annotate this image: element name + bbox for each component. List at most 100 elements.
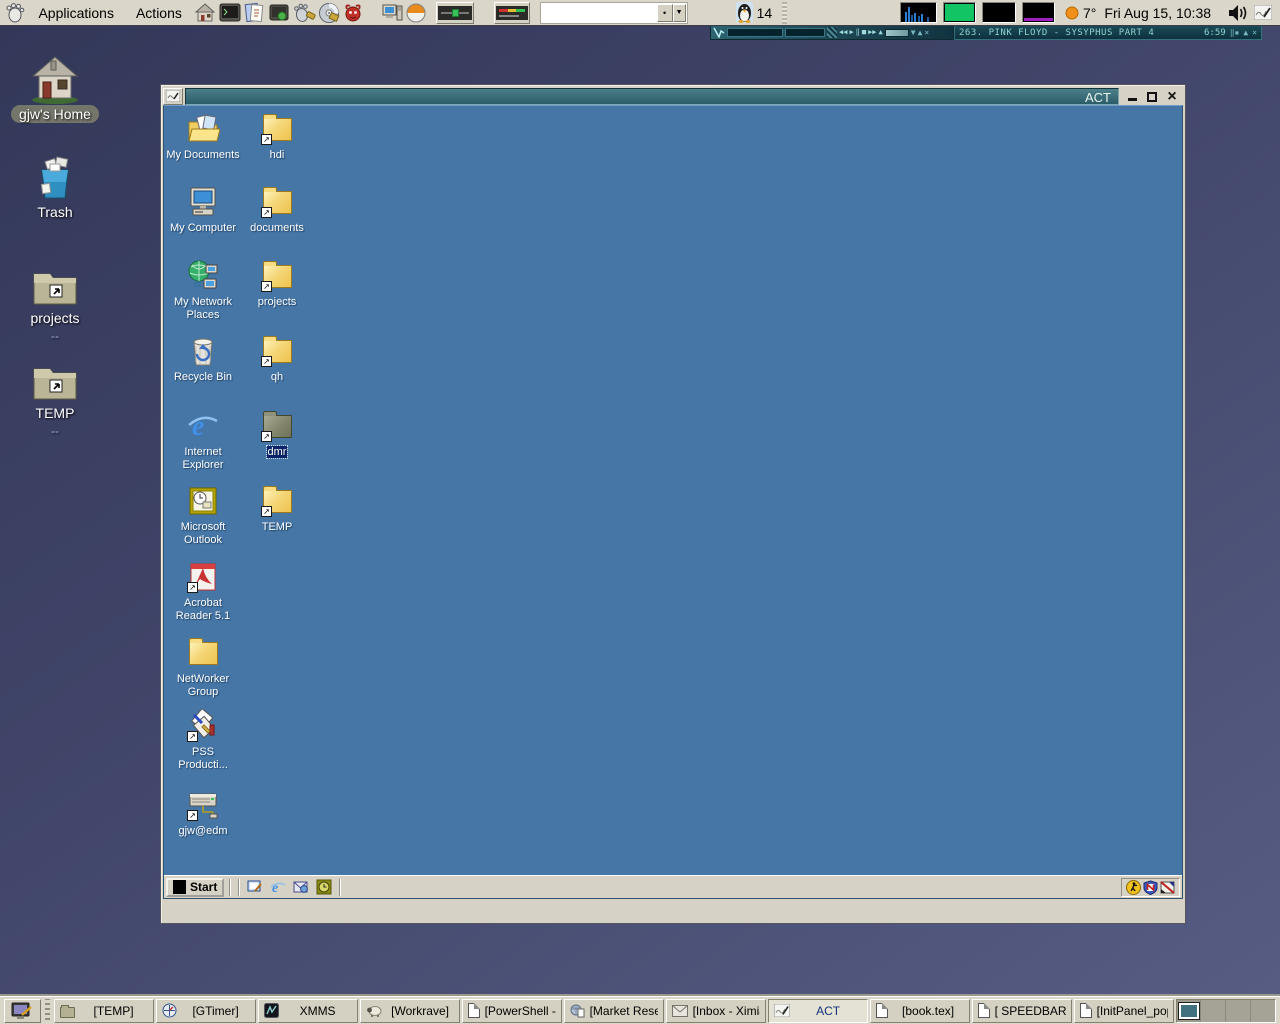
- gnome-top-panel[interactable]: Applications Actions •: [0, 0, 1280, 26]
- win-icon-my-network-places[interactable]: My Network Places: [166, 259, 240, 322]
- workspace-1[interactable]: [1177, 1000, 1202, 1022]
- win-icon-hdi[interactable]: ↗ hdi: [240, 112, 314, 162]
- gnome-main-menu-button[interactable]: [4, 1, 26, 25]
- screenshot-launcher-icon[interactable]: [267, 1, 289, 25]
- desktop-tool-button[interactable]: [4, 999, 41, 1023]
- win-icon-my-documents[interactable]: My Documents: [166, 112, 240, 162]
- gnome-creature-launcher-icon[interactable]: [342, 1, 364, 25]
- xmms-time-display: [727, 28, 783, 37]
- task-initpanel[interactable]: [InitPanel_pop: [1074, 999, 1174, 1023]
- applet-dropdown-button[interactable]: ▼: [673, 4, 686, 22]
- system-tray[interactable]: [1121, 878, 1180, 897]
- xmms-close-button[interactable]: ×: [924, 26, 929, 39]
- win-icon-temp[interactable]: ↗ TEMP: [240, 484, 314, 534]
- playlist-close-button[interactable]: ×: [1252, 26, 1257, 39]
- ball-launcher-icon[interactable]: [405, 1, 427, 25]
- ie-quicklaunch-icon[interactable]: e: [268, 878, 288, 897]
- home-launcher-icon[interactable]: [194, 1, 216, 25]
- xmms-main-window[interactable]: ◀◀ ▶ ‖ ■ ▶▶ ▲ ▼ ▲ ×: [710, 25, 954, 40]
- win-icon-internet-explorer[interactable]: e Internet Explorer: [166, 409, 240, 472]
- task-temp[interactable]: [TEMP]: [54, 999, 154, 1023]
- xmms-playlist-window[interactable]: 263. PINK FLOYD - SYSYPHUS PART 4 6:59 ‖…: [954, 25, 1262, 40]
- maximize-button[interactable]: [1145, 89, 1159, 103]
- win-icon-recycle-bin[interactable]: Recycle Bin: [166, 334, 240, 384]
- network-monitor-applet[interactable]: [1022, 2, 1055, 23]
- cdrom-launcher-icon[interactable]: [318, 1, 340, 25]
- titlebar-drag-area[interactable]: ACT: [185, 88, 1119, 105]
- win-icon-gjw-edm[interactable]: ↗ gjw@edm: [166, 788, 240, 838]
- xmms-stop-button[interactable]: ■: [862, 26, 866, 39]
- windows-taskbar[interactable]: Start e: [164, 875, 1182, 898]
- close-button[interactable]: ×: [1165, 89, 1179, 103]
- desktop-icon-trash[interactable]: Trash: [0, 152, 110, 220]
- xmms-volume-slider[interactable]: [885, 29, 909, 37]
- win-icon-pss-production[interactable]: ↗ PSS Producti...: [166, 709, 240, 772]
- act-panel-icon[interactable]: [1252, 1, 1274, 25]
- clock-applet[interactable]: Fri Aug 15, 10:38: [1098, 5, 1217, 21]
- menu-applications[interactable]: Applications: [28, 1, 124, 25]
- menu-actions[interactable]: Actions: [126, 1, 192, 25]
- memory-monitor-applet[interactable]: [943, 2, 976, 23]
- win-icon-microsoft-outlook[interactable]: Microsoft Outlook: [166, 484, 240, 547]
- win-icon-dmr[interactable]: ↗ dmr: [240, 409, 314, 459]
- win-icon-my-computer[interactable]: My Computer: [166, 185, 240, 235]
- workspace-4[interactable]: [1251, 1000, 1275, 1022]
- computer-launcher-icon[interactable]: [381, 1, 403, 25]
- xmms-unshade-button[interactable]: ▼: [911, 26, 916, 39]
- xmms-next-button[interactable]: ▶▶: [868, 26, 876, 39]
- task-book-tex[interactable]: [book.tex]: [870, 999, 970, 1023]
- xmms-eject-button[interactable]: ▲: [879, 26, 883, 39]
- panel-handle[interactable]: [782, 2, 787, 24]
- xmms-pause-button[interactable]: ‖: [856, 26, 860, 39]
- remote-windows-desktop[interactable]: My Documents ↗ hdi My Computer ↗: [163, 105, 1183, 899]
- clock-quicklaunch-icon[interactable]: [314, 878, 334, 897]
- act-window[interactable]: ACT × My Documents ↗ h: [160, 84, 1186, 924]
- weather-applet[interactable]: 7°: [1065, 5, 1096, 21]
- playlist-shade-button[interactable]: ▲: [1243, 26, 1248, 39]
- search-foot-launcher-icon[interactable]: [292, 1, 316, 25]
- win-icon-acrobat-reader[interactable]: ↗ Acrobat Reader 5.1: [166, 560, 240, 623]
- show-desktop-icon[interactable]: [245, 878, 265, 897]
- win-icon-qh[interactable]: ↗ qh: [240, 334, 314, 384]
- task-workrave[interactable]: [Workrave]: [360, 999, 460, 1023]
- minimize-button[interactable]: [1125, 89, 1139, 103]
- workspace-3[interactable]: [1226, 1000, 1251, 1022]
- tray-shield-icon[interactable]: [1143, 880, 1158, 895]
- slider-applet-2[interactable]: [494, 2, 530, 24]
- task-powershell[interactable]: [PowerShell -: [462, 999, 562, 1023]
- applet-dot-button[interactable]: •: [657, 4, 673, 22]
- task-xmms[interactable]: XMMS: [258, 999, 358, 1023]
- task-speedbar[interactable]: [ SPEEDBAR: [972, 999, 1072, 1023]
- volume-applet[interactable]: [1227, 1, 1249, 25]
- command-applet[interactable]: • ▼: [540, 2, 688, 24]
- tray-running-man-icon[interactable]: [1126, 880, 1141, 895]
- workspace-switcher[interactable]: [1176, 999, 1276, 1023]
- swap-monitor-applet[interactable]: [982, 2, 1015, 23]
- task-gtimer[interactable]: [GTimer]: [156, 999, 256, 1023]
- desktop-icon-temp[interactable]: TEMP --: [0, 359, 110, 438]
- notes-launcher-icon[interactable]: [243, 1, 265, 25]
- wanda-tux-applet[interactable]: 14: [736, 2, 773, 23]
- task-act[interactable]: ACT: [768, 999, 868, 1023]
- desktop-icon-home[interactable]: gjw's Home: [0, 54, 110, 122]
- win-icon-documents[interactable]: ↗ documents: [240, 185, 314, 235]
- window-menu-button[interactable]: [163, 88, 183, 105]
- xmms-prev-button[interactable]: ◀◀: [839, 26, 847, 39]
- act-titlebar[interactable]: ACT ×: [163, 87, 1183, 105]
- slider-applet-1[interactable]: [436, 2, 474, 24]
- cpu-monitor-applet[interactable]: [900, 2, 937, 23]
- gnome-bottom-panel[interactable]: [TEMP] [GTimer] XMMS [Workrave] [PowerSh…: [0, 996, 1280, 1024]
- win-icon-projects[interactable]: ↗ projects: [240, 259, 314, 309]
- task-inbox-ximian[interactable]: [Inbox - Ximia: [666, 999, 766, 1023]
- start-button[interactable]: Start: [166, 878, 224, 897]
- tray-antivirus-icon[interactable]: [1160, 880, 1175, 895]
- task-market-research[interactable]: [Market Rese:: [564, 999, 664, 1023]
- outlook-quicklaunch-icon[interactable]: [291, 878, 311, 897]
- win-icon-networker-group[interactable]: NetWorker Group: [166, 636, 240, 699]
- xmms-shade-button[interactable]: ▲: [918, 26, 923, 39]
- xmms-play-button[interactable]: ▶: [849, 26, 853, 39]
- workspace-2[interactable]: [1201, 1000, 1226, 1022]
- terminal-launcher-icon[interactable]: [218, 1, 240, 25]
- panel-handle[interactable]: [45, 999, 50, 1023]
- desktop-icon-projects[interactable]: projects --: [0, 264, 110, 343]
